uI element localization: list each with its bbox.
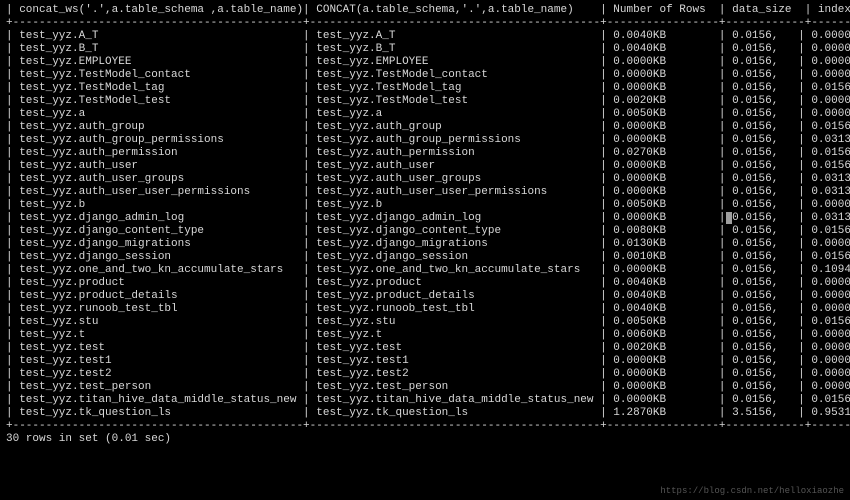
- table-row: | test_yyz.b | test_yyz.b | 0.0050KB | 0…: [6, 199, 844, 212]
- table-separator-bottom: +---------------------------------------…: [6, 420, 844, 433]
- table-row: | test_yyz.auth_group | test_yyz.auth_gr…: [6, 121, 844, 134]
- table-row: | test_yyz.django_admin_log | test_yyz.d…: [6, 212, 844, 225]
- table-row: | test_yyz.runoob_test_tbl | test_yyz.ru…: [6, 303, 844, 316]
- table-row: | test_yyz.django_content_type | test_yy…: [6, 225, 844, 238]
- table-row: | test_yyz.EMPLOYEE | test_yyz.EMPLOYEE …: [6, 56, 844, 69]
- table-row: | test_yyz.tk_question_ls | test_yyz.tk_…: [6, 407, 844, 420]
- table-body: | test_yyz.A_T | test_yyz.A_T | 0.0040KB…: [6, 30, 844, 420]
- table-row: | test_yyz.B_T | test_yyz.B_T | 0.0040KB…: [6, 43, 844, 56]
- table-row: | test_yyz.auth_group_permissions | test…: [6, 134, 844, 147]
- table-separator: +---------------------------------------…: [6, 17, 844, 30]
- table-row: | test_yyz.test1 | test_yyz.test1 | 0.00…: [6, 355, 844, 368]
- table-row: | test_yyz.auth_user_groups | test_yyz.a…: [6, 173, 844, 186]
- table-row: | test_yyz.test | test_yyz.test | 0.0020…: [6, 342, 844, 355]
- table-row: | test_yyz.test_person | test_yyz.test_p…: [6, 381, 844, 394]
- table-row: | test_yyz.a | test_yyz.a | 0.0050KB | 0…: [6, 108, 844, 121]
- table-row: | test_yyz.auth_permission | test_yyz.au…: [6, 147, 844, 160]
- table-row: | test_yyz.A_T | test_yyz.A_T | 0.0040KB…: [6, 30, 844, 43]
- terminal-output: | concat_ws('.',a.table_schema ,a.table_…: [0, 0, 850, 500]
- table-row: | test_yyz.product_details | test_yyz.pr…: [6, 290, 844, 303]
- table-header: | concat_ws('.',a.table_schema ,a.table_…: [6, 4, 844, 17]
- table-row: | test_yyz.django_migrations | test_yyz.…: [6, 238, 844, 251]
- table-row: | test_yyz.test2 | test_yyz.test2 | 0.00…: [6, 368, 844, 381]
- table-row: | test_yyz.t | test_yyz.t | 0.0060KB | 0…: [6, 329, 844, 342]
- table-row: | test_yyz.product | test_yyz.product | …: [6, 277, 844, 290]
- table-row: | test_yyz.stu | test_yyz.stu | 0.0050KB…: [6, 316, 844, 329]
- table-row: | test_yyz.TestModel_test | test_yyz.Tes…: [6, 95, 844, 108]
- table-row: | test_yyz.TestModel_contact | test_yyz.…: [6, 69, 844, 82]
- table-row: | test_yyz.one_and_two_kn_accumulate_sta…: [6, 264, 844, 277]
- table-row: | test_yyz.auth_user_user_permissions | …: [6, 186, 844, 199]
- result-summary: 30 rows in set (0.01 sec): [6, 433, 844, 446]
- table-row: | test_yyz.titan_hive_data_middle_status…: [6, 394, 844, 407]
- table-row: | test_yyz.auth_user | test_yyz.auth_use…: [6, 160, 844, 173]
- table-row: | test_yyz.django_session | test_yyz.dja…: [6, 251, 844, 264]
- table-row: | test_yyz.TestModel_tag | test_yyz.Test…: [6, 82, 844, 95]
- watermark: https://blog.csdn.net/helloxiaozhe: [660, 485, 844, 498]
